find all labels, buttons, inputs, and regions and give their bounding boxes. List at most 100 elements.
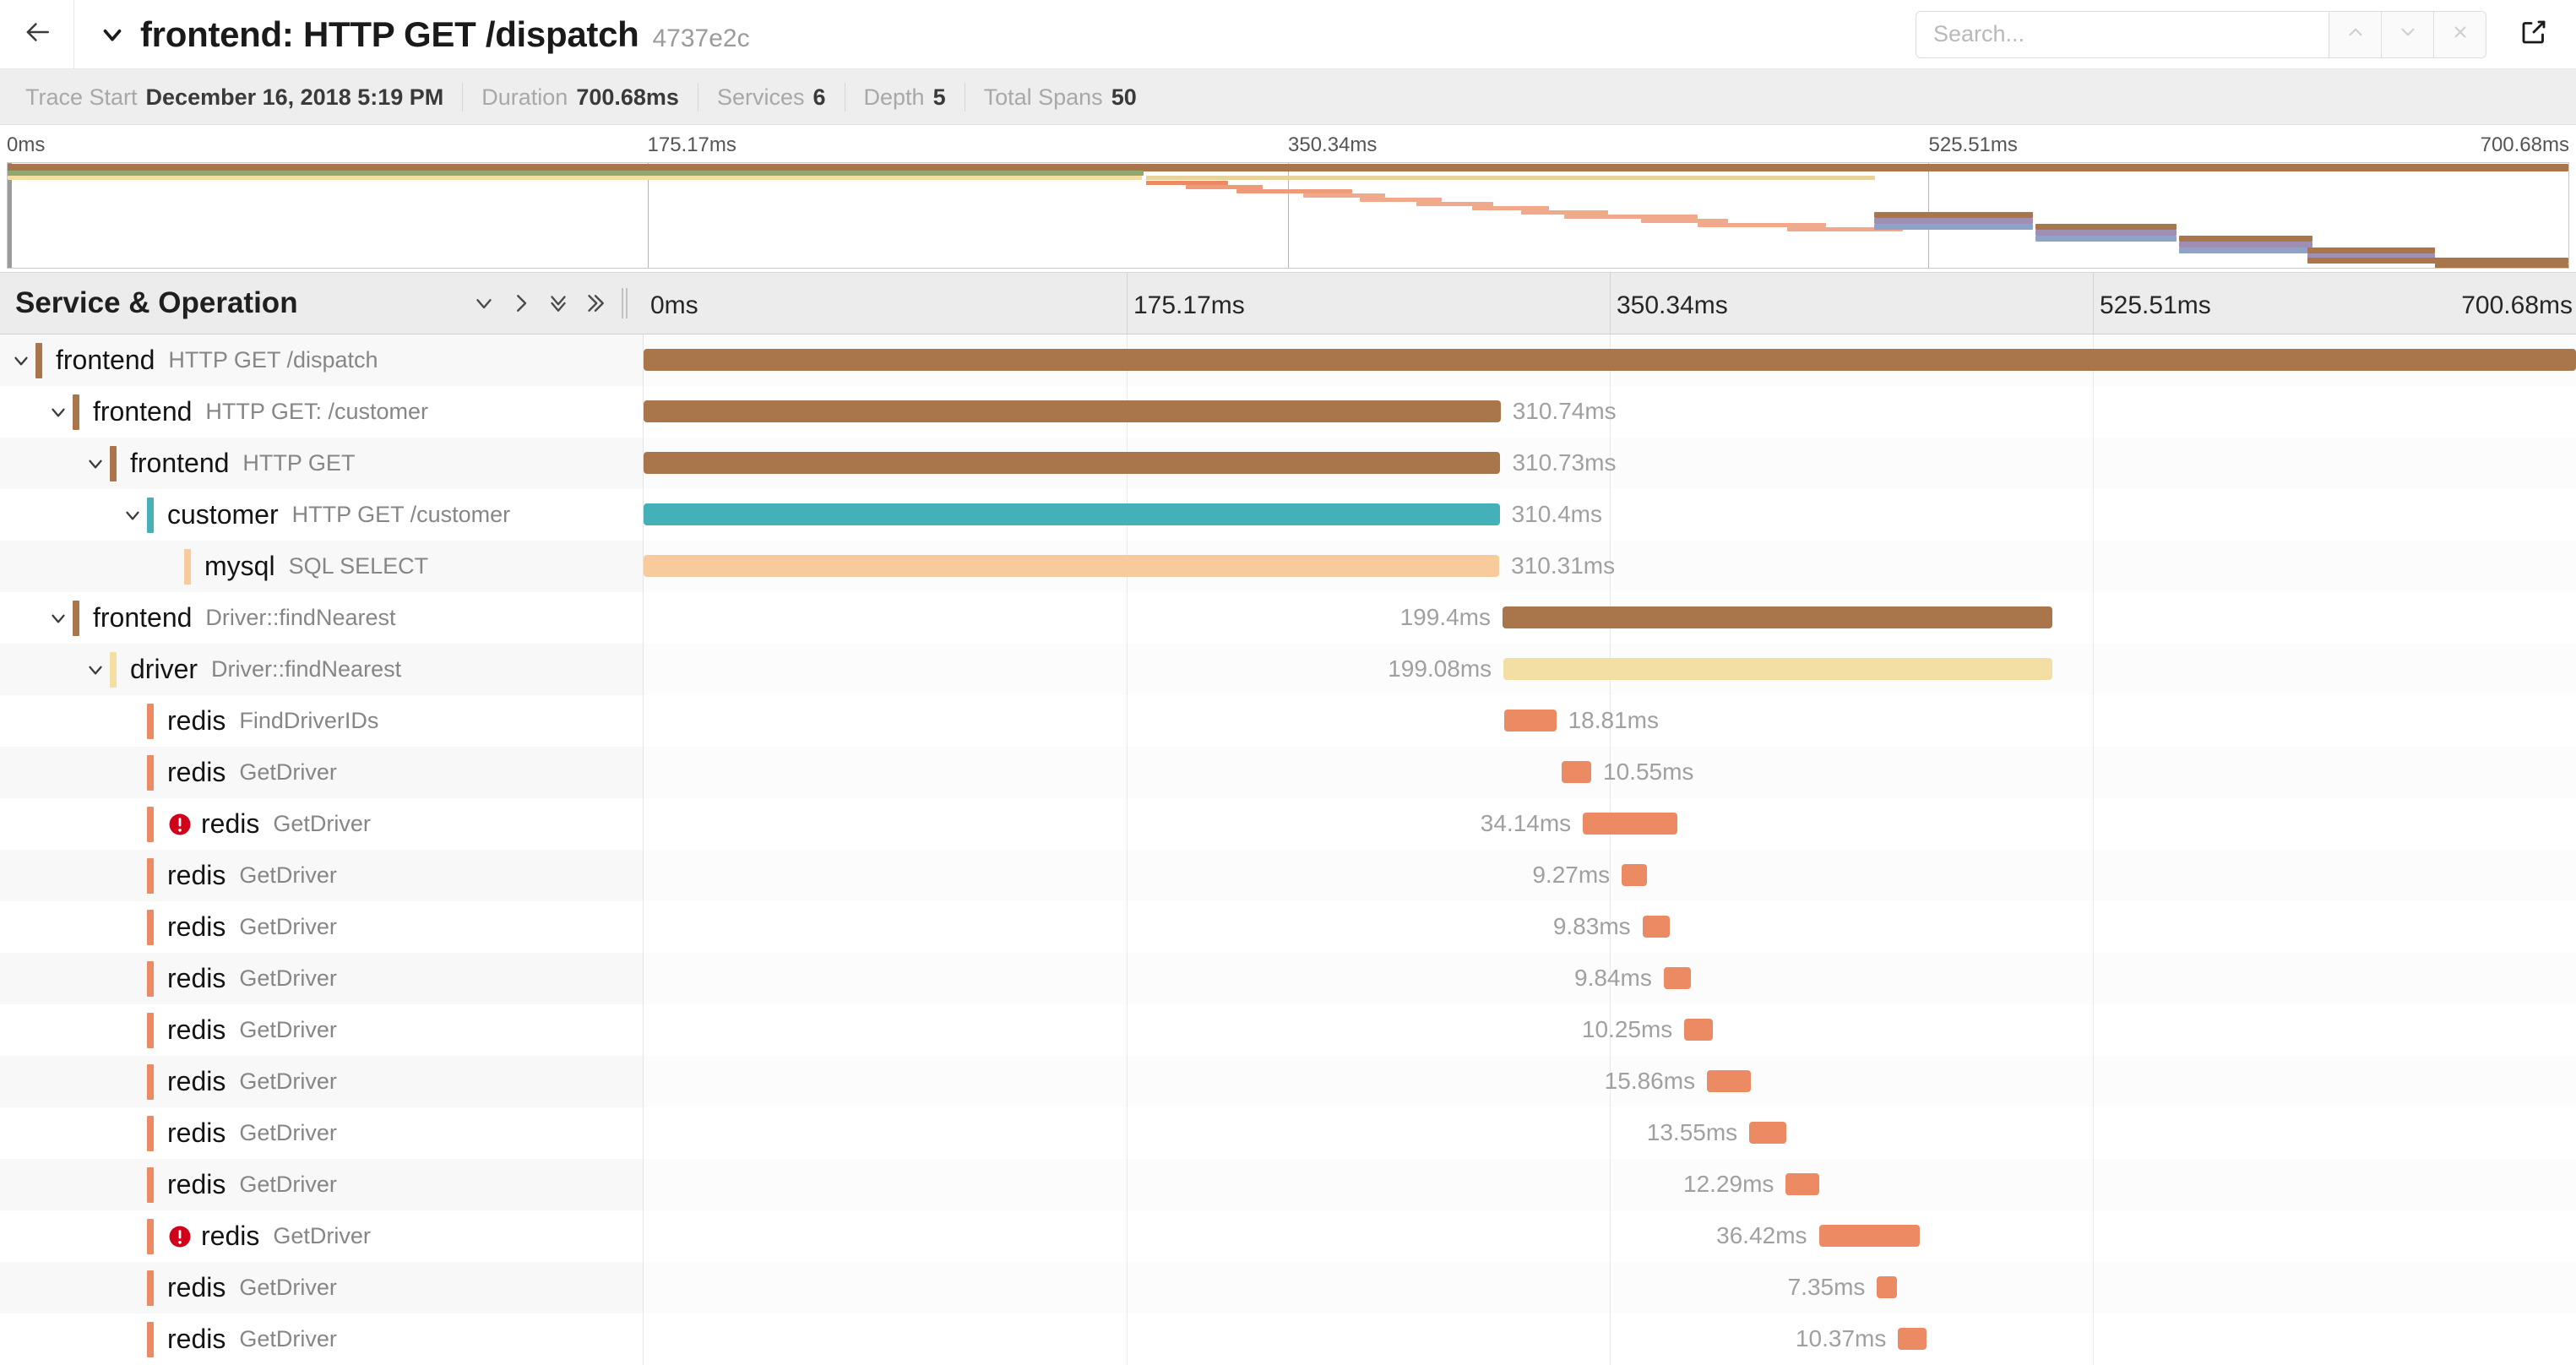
span-toggle-chevron-down-icon[interactable] — [81, 655, 110, 684]
span-label-cell[interactable]: redis GetDriver — [0, 1107, 644, 1159]
span-duration-bar[interactable] — [1503, 658, 2053, 680]
span-toggle-chevron-down-icon[interactable] — [44, 604, 73, 633]
expand-all-icon[interactable] — [546, 291, 571, 316]
span-bar-cell[interactable]: 10.25ms — [644, 1004, 2576, 1056]
span-duration-bar[interactable] — [1583, 813, 1677, 835]
span-label-cell[interactable]: frontend Driver::findNearest — [0, 592, 644, 644]
span-label-cell[interactable]: redis GetDriver — [0, 747, 644, 798]
chevron-down-icon[interactable] — [98, 20, 127, 49]
span-bar-cell[interactable]: 310.73ms — [644, 438, 2576, 489]
span-duration-bar[interactable] — [1749, 1122, 1787, 1144]
search-clear-button[interactable] — [2434, 10, 2486, 58]
span-duration-bar[interactable] — [1684, 1019, 1713, 1041]
span-row[interactable]: redis GetDriver 9.84ms — [0, 953, 2576, 1004]
span-row[interactable]: redis GetDriver 7.35ms — [0, 1262, 2576, 1313]
span-row[interactable]: redis GetDriver 10.37ms — [0, 1313, 2576, 1365]
span-bar-cell[interactable]: 310.4ms — [644, 489, 2576, 541]
span-row[interactable]: redis GetDriver 10.55ms — [0, 747, 2576, 798]
span-duration-bar[interactable] — [644, 400, 1501, 422]
span-row[interactable]: customer HTTP GET /customer 310.4ms — [0, 489, 2576, 541]
span-bar-cell[interactable]: 9.83ms — [644, 901, 2576, 953]
span-bar-cell[interactable]: 36.42ms — [644, 1210, 2576, 1262]
span-duration-bar[interactable] — [1898, 1328, 1927, 1350]
span-label-cell[interactable]: mysql SQL SELECT — [0, 541, 644, 592]
span-bar-cell[interactable]: 310.74ms — [644, 386, 2576, 438]
span-bar-cell[interactable]: 9.84ms — [644, 953, 2576, 1004]
span-duration-bar[interactable] — [1785, 1173, 1820, 1195]
open-in-new-tab-button[interactable] — [2519, 17, 2549, 52]
span-label-cell[interactable]: redis GetDriver — [0, 798, 644, 850]
span-label-cell[interactable]: frontend HTTP GET /dispatch — [0, 334, 644, 386]
span-toggle-chevron-down-icon[interactable] — [7, 346, 35, 375]
search-prev-button[interactable] — [2329, 10, 2382, 58]
span-row[interactable]: mysql SQL SELECT 310.31ms — [0, 541, 2576, 592]
collapse-one-icon[interactable] — [508, 291, 534, 316]
span-duration-bar[interactable] — [1663, 967, 1691, 989]
span-toggle-chevron-down-icon[interactable] — [118, 501, 147, 530]
span-bar-cell[interactable]: 310.31ms — [644, 541, 2576, 592]
span-duration-bar[interactable] — [1818, 1225, 1920, 1247]
span-bar-cell[interactable]: 199.08ms — [644, 644, 2576, 695]
span-label-cell[interactable]: redis GetDriver — [0, 850, 644, 901]
span-duration-bar[interactable] — [644, 452, 1501, 474]
span-label-cell[interactable]: redis GetDriver — [0, 1159, 644, 1210]
span-duration-bar[interactable] — [644, 555, 1500, 577]
span-duration-bar[interactable] — [1707, 1070, 1751, 1092]
back-button[interactable] — [0, 0, 74, 68]
span-label-cell[interactable]: frontend HTTP GET — [0, 438, 644, 489]
span-label-cell[interactable]: redis GetDriver — [0, 1004, 644, 1056]
span-bar-cell[interactable] — [644, 334, 2576, 386]
collapse-all-icon[interactable] — [583, 291, 608, 316]
span-duration-bar[interactable] — [1642, 916, 1670, 938]
span-bar-cell[interactable]: 12.29ms — [644, 1159, 2576, 1210]
search-input[interactable] — [1916, 10, 2329, 58]
span-row[interactable]: redis GetDriver 9.27ms — [0, 850, 2576, 901]
span-label-cell[interactable]: redis GetDriver — [0, 1313, 644, 1365]
span-row[interactable]: frontend HTTP GET 310.73ms — [0, 438, 2576, 489]
span-row[interactable]: driver Driver::findNearest 199.08ms — [0, 644, 2576, 695]
span-row[interactable]: redis FindDriverIDs 18.81ms — [0, 695, 2576, 747]
span-label-cell[interactable]: driver Driver::findNearest — [0, 644, 644, 695]
span-bar-cell[interactable]: 34.14ms — [644, 798, 2576, 850]
span-label-cell[interactable]: redis GetDriver — [0, 1262, 644, 1313]
span-bar-cell[interactable]: 10.55ms — [644, 747, 2576, 798]
span-row[interactable]: redis GetDriver 9.83ms — [0, 901, 2576, 953]
span-toggle-chevron-down-icon[interactable] — [44, 398, 73, 427]
expand-one-icon[interactable] — [471, 291, 497, 316]
span-row[interactable]: redis GetDriver 36.42ms — [0, 1210, 2576, 1262]
span-rows-container[interactable]: frontend HTTP GET /dispatch frontend HTTP G… — [0, 334, 2576, 1365]
span-label-cell[interactable]: redis GetDriver — [0, 1210, 644, 1262]
span-bar-cell[interactable]: 7.35ms — [644, 1262, 2576, 1313]
span-duration-bar[interactable] — [1562, 761, 1592, 783]
span-label-cell[interactable]: frontend HTTP GET: /customer — [0, 386, 644, 438]
span-row[interactable]: frontend HTTP GET /dispatch — [0, 334, 2576, 386]
span-bar-cell[interactable]: 18.81ms — [644, 695, 2576, 747]
span-bar-cell[interactable]: 13.55ms — [644, 1107, 2576, 1159]
span-toggle-chevron-down-icon[interactable] — [81, 449, 110, 478]
span-bar-cell[interactable]: 199.4ms — [644, 592, 2576, 644]
trace-minimap[interactable]: 0ms 175.17ms 350.34ms 525.51ms 700.68ms — [0, 125, 2576, 272]
span-duration-bar[interactable] — [1877, 1276, 1898, 1298]
span-bar-cell[interactable]: 9.27ms — [644, 850, 2576, 901]
span-label-cell[interactable]: redis GetDriver — [0, 901, 644, 953]
span-label-cell[interactable]: redis FindDriverIDs — [0, 695, 644, 747]
search-next-button[interactable] — [2382, 10, 2434, 58]
span-row[interactable]: redis GetDriver 13.55ms — [0, 1107, 2576, 1159]
span-duration-bar[interactable] — [1622, 864, 1648, 886]
span-bar-cell[interactable]: 10.37ms — [644, 1313, 2576, 1365]
column-resizer[interactable] — [622, 286, 630, 320]
span-label-cell[interactable]: redis GetDriver — [0, 953, 644, 1004]
span-label-cell[interactable]: customer HTTP GET /customer — [0, 489, 644, 541]
span-duration-bar[interactable] — [644, 503, 1500, 525]
span-row[interactable]: redis GetDriver 34.14ms — [0, 798, 2576, 850]
span-row[interactable]: redis GetDriver 15.86ms — [0, 1056, 2576, 1107]
span-duration-bar[interactable] — [1503, 606, 2053, 628]
span-duration-bar[interactable] — [1504, 710, 1557, 731]
span-row[interactable]: redis GetDriver 12.29ms — [0, 1159, 2576, 1210]
span-duration-bar[interactable] — [644, 349, 2576, 371]
span-row[interactable]: frontend Driver::findNearest 199.4ms — [0, 592, 2576, 644]
span-row[interactable]: redis GetDriver 10.25ms — [0, 1004, 2576, 1056]
span-label-cell[interactable]: redis GetDriver — [0, 1056, 644, 1107]
span-bar-cell[interactable]: 15.86ms — [644, 1056, 2576, 1107]
minimap-canvas[interactable] — [7, 162, 2569, 269]
